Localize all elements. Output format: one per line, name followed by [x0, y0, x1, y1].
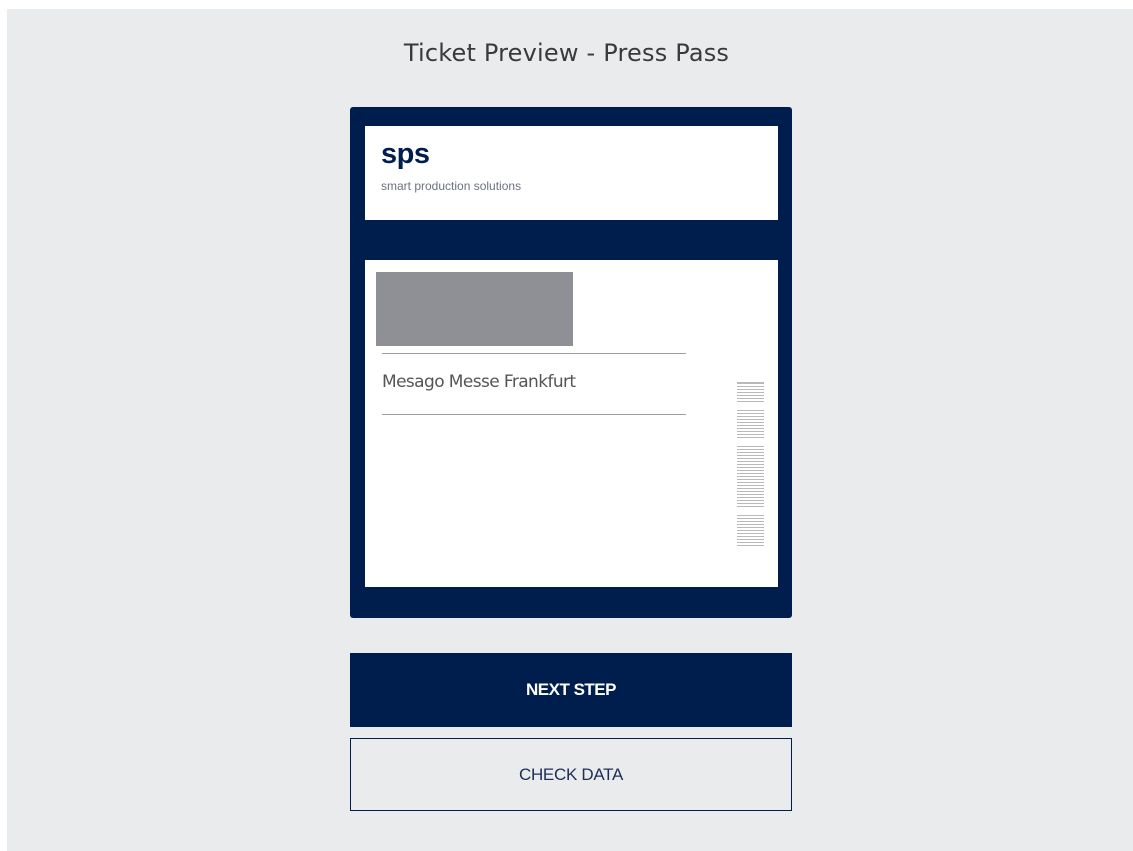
- sps-logo-tagline: smart production solutions: [381, 179, 522, 193]
- ticket-body: Mesago Messe Frankfurt: [365, 260, 778, 587]
- sps-logo-wordmark: sps: [381, 138, 430, 170]
- next-step-button[interactable]: NEXT STEP: [350, 653, 792, 727]
- ticket-header: sps smart production solutions: [365, 126, 778, 220]
- check-data-button[interactable]: CHECK DATA: [350, 738, 792, 811]
- divider-line: [382, 414, 686, 415]
- barcode-icon: [737, 382, 764, 546]
- page-title: Ticket Preview - Press Pass: [403, 39, 730, 67]
- company-name: Mesago Messe Frankfurt: [382, 372, 576, 392]
- photo-placeholder: [376, 272, 573, 346]
- divider-line: [382, 353, 686, 354]
